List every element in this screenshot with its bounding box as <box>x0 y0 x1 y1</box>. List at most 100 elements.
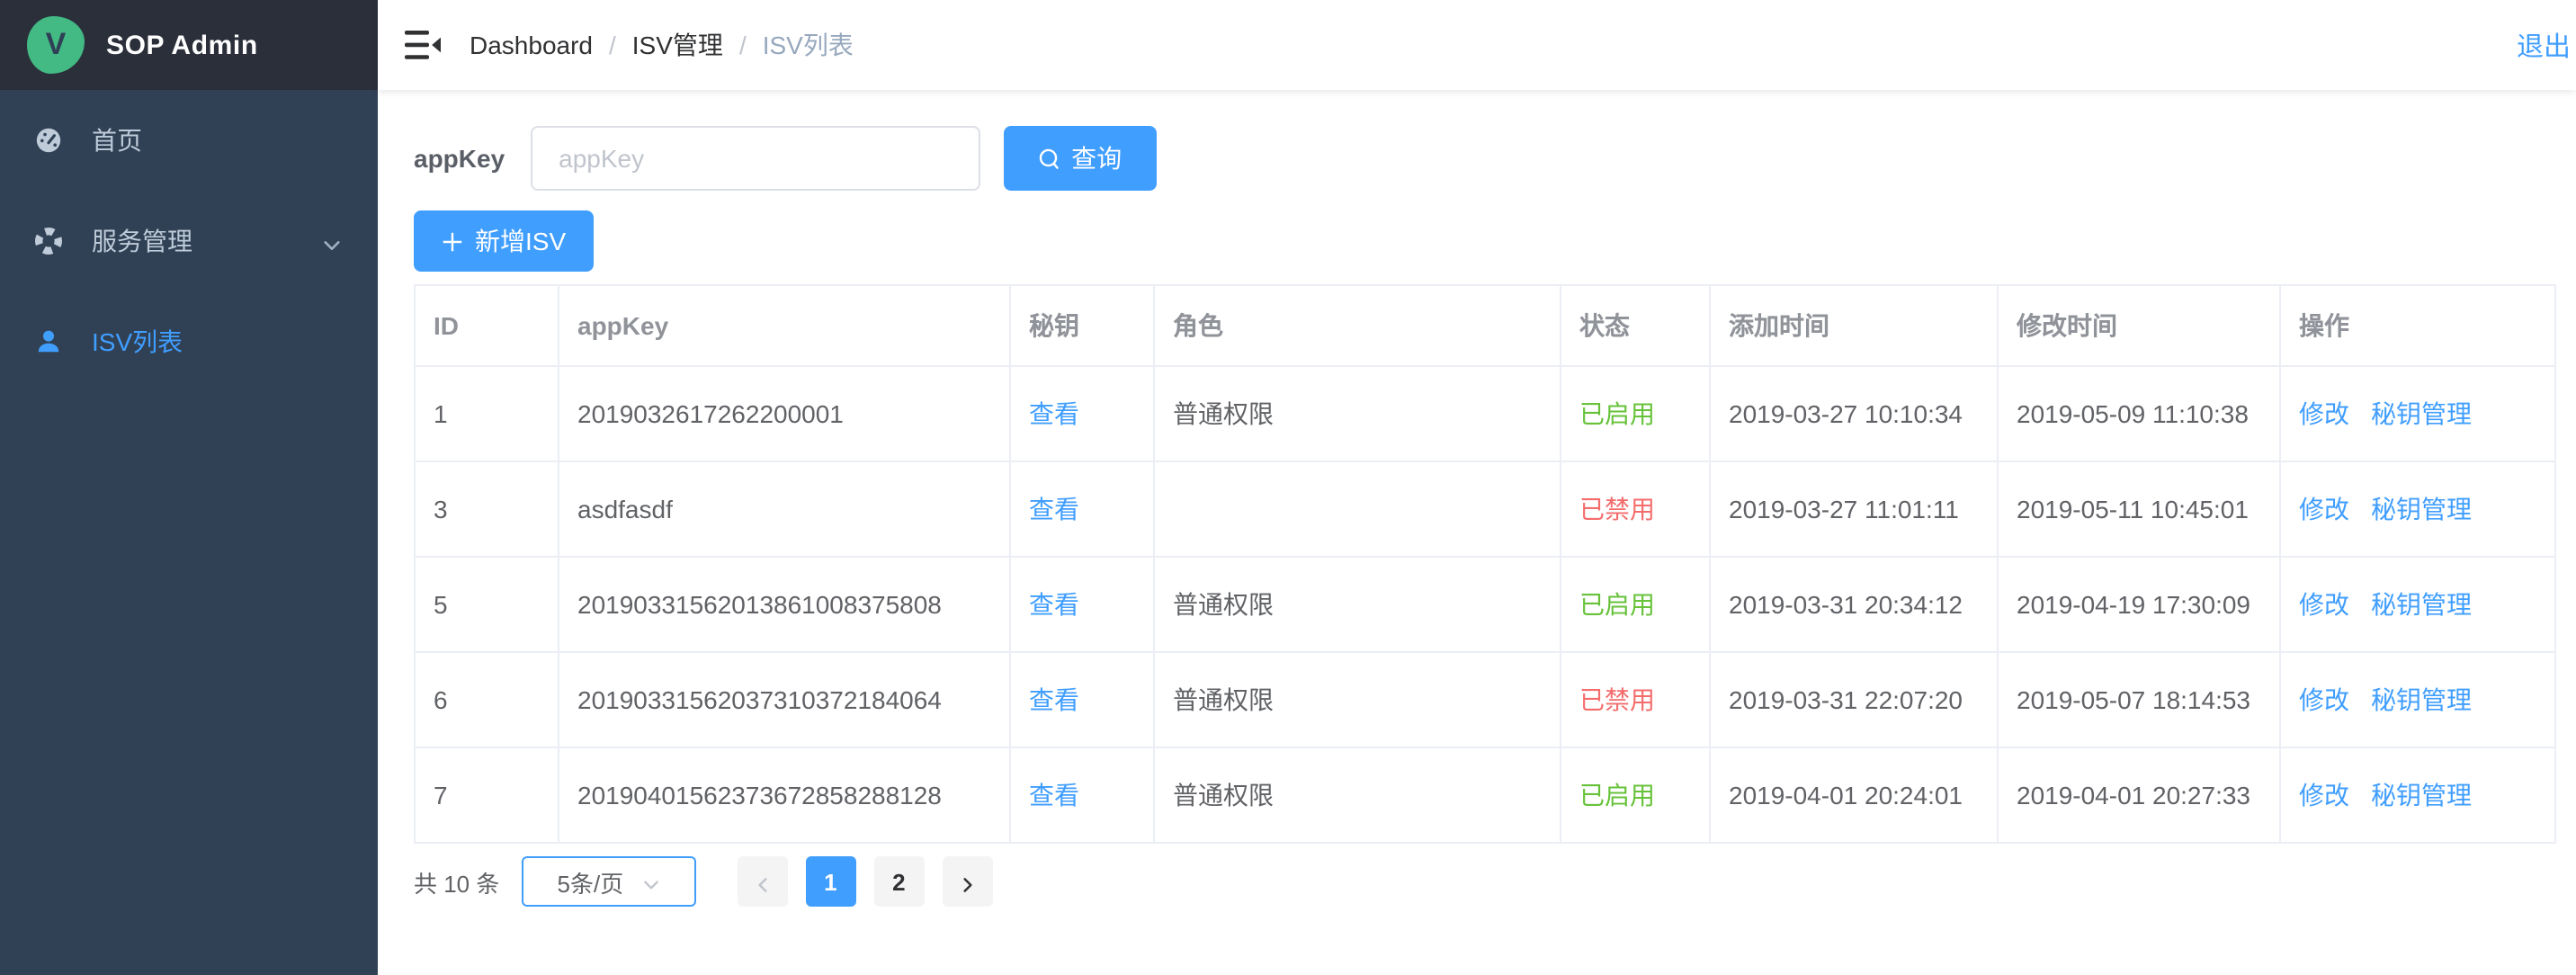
add-isv-button[interactable]: 新增ISV <box>414 210 593 272</box>
sidebar-item-label: 首页 <box>92 122 142 158</box>
cell-operations: 修改秘钥管理 <box>2280 747 2555 843</box>
add-isv-button-label: 新增ISV <box>475 223 566 259</box>
column-header: ID <box>415 285 559 366</box>
cell-appkey: 20190401562373672858288128 <box>559 747 1010 843</box>
cell-created-time: 2019-03-31 22:07:20 <box>1710 652 1998 747</box>
table-row: 3asdfasdf查看已禁用2019-03-27 11:01:112019-05… <box>415 461 2555 557</box>
breadcrumb-item-isv-management[interactable]: ISV管理 <box>632 27 723 63</box>
cell-status: 已启用 <box>1561 366 1710 461</box>
secret-manage-link[interactable]: 秘钥管理 <box>2371 495 2472 523</box>
table-body: 12019032617262200001查看普通权限已启用2019-03-27 … <box>415 366 2555 843</box>
logo-bar: V SOP Admin <box>0 0 378 90</box>
pagination: 共 10 条 5条/页 1 2 <box>414 856 1001 907</box>
cell-id: 6 <box>415 652 559 747</box>
cell-created-time: 2019-03-31 20:34:12 <box>1710 557 1998 652</box>
cell-id: 3 <box>415 461 559 557</box>
main-content: appKey 查询 新增ISV <box>378 90 2576 975</box>
chevron-right-icon <box>958 872 976 890</box>
cell-secret: 查看 <box>1010 366 1154 461</box>
page-button-2[interactable]: 2 <box>873 856 924 907</box>
cell-operations: 修改秘钥管理 <box>2280 557 2555 652</box>
cell-created-time: 2019-04-01 20:24:01 <box>1710 747 1998 843</box>
sidebar-toggle-icon[interactable] <box>405 29 441 61</box>
cell-created-time: 2019-03-27 11:01:11 <box>1710 461 1998 557</box>
edit-link[interactable]: 修改 <box>2299 590 2349 619</box>
cell-secret: 查看 <box>1010 652 1154 747</box>
table-row: 620190331562037310372184064查看普通权限已禁用2019… <box>415 652 2555 747</box>
dashboard-icon <box>34 126 63 155</box>
topbar: Dashboard / ISV管理 / ISV列表 退出 <box>378 0 2576 90</box>
column-header: 修改时间 <box>1998 285 2280 366</box>
view-secret-link[interactable]: 查看 <box>1029 685 1079 714</box>
cell-operations: 修改秘钥管理 <box>2280 366 2555 461</box>
edit-link[interactable]: 修改 <box>2299 399 2349 428</box>
cell-updated-time: 2019-04-19 17:30:09 <box>1998 557 2280 652</box>
column-header: 添加时间 <box>1710 285 1998 366</box>
column-header: 状态 <box>1561 285 1710 366</box>
view-secret-link[interactable]: 查看 <box>1029 495 1079 523</box>
pagination-total: 共 10 条 <box>414 864 499 899</box>
breadcrumb-item-dashboard[interactable]: Dashboard <box>470 31 593 59</box>
edit-link[interactable]: 修改 <box>2299 685 2349 714</box>
chevron-left-icon <box>753 872 771 890</box>
sidebar-menu: 首页 服务管理 <box>0 90 378 392</box>
column-header: 角色 <box>1154 285 1561 366</box>
cell-role <box>1154 461 1561 557</box>
cell-role: 普通权限 <box>1154 747 1561 843</box>
cell-id: 5 <box>415 557 559 652</box>
page-button-1[interactable]: 1 <box>805 856 855 907</box>
table-header-row: IDappKey秘钥角色状态添加时间修改时间操作 <box>415 285 2555 366</box>
sidebar-item-home[interactable]: 首页 <box>0 90 378 191</box>
sidebar-item-service-management[interactable]: 服务管理 <box>0 191 378 291</box>
search-button[interactable]: 查询 <box>1003 126 1156 191</box>
view-secret-link[interactable]: 查看 <box>1029 590 1079 619</box>
secret-manage-link[interactable]: 秘钥管理 <box>2371 685 2472 714</box>
column-header: 秘钥 <box>1010 285 1154 366</box>
cell-id: 1 <box>415 366 559 461</box>
cell-status: 已启用 <box>1561 557 1710 652</box>
page-size-value: 5条/页 <box>558 864 624 899</box>
cell-secret: 查看 <box>1010 747 1154 843</box>
app-window: V SOP Admin 首页 <box>0 0 2576 975</box>
cell-appkey: 20190331562037310372184064 <box>559 652 1010 747</box>
isv-table: IDappKey秘钥角色状态添加时间修改时间操作 120190326172622… <box>414 284 2556 844</box>
cell-secret: 查看 <box>1010 461 1154 557</box>
chevron-down-icon <box>322 231 342 251</box>
search-label: appKey <box>414 144 505 173</box>
breadcrumb: Dashboard / ISV管理 / ISV列表 <box>470 27 854 63</box>
chevron-down-icon <box>641 872 659 890</box>
cell-status: 已禁用 <box>1561 461 1710 557</box>
secret-manage-link[interactable]: 秘钥管理 <box>2371 590 2472 619</box>
cell-operations: 修改秘钥管理 <box>2280 652 2555 747</box>
app-logo: V <box>27 16 85 74</box>
breadcrumb-separator: / <box>609 31 616 59</box>
sidebar-item-label: 服务管理 <box>92 223 192 259</box>
user-icon <box>34 327 63 356</box>
secret-manage-link[interactable]: 秘钥管理 <box>2371 781 2472 810</box>
table-row: 12019032617262200001 查看 普通权限已启用2019-03-27 … <box>415 366 2555 461</box>
cell-operations: 修改秘钥管理 <box>2280 461 2555 557</box>
breadcrumb-item-isv-list: ISV列表 <box>763 27 854 63</box>
table-row: 720190401562373672858288128查看普通权限已启用2019… <box>415 747 2555 843</box>
sidebar-item-isv-list[interactable]: ISV列表 <box>0 291 378 392</box>
cell-role: 普通权限 <box>1154 366 1561 461</box>
cell-updated-time: 2019-05-11 10:45:01 <box>1998 461 2280 557</box>
edit-link[interactable]: 修改 <box>2299 495 2349 523</box>
cell-created-time: 2019-03-27 10:10:34 <box>1710 366 1998 461</box>
search-input[interactable] <box>530 126 979 191</box>
view-secret-link[interactable]: 查看 <box>1029 399 1079 428</box>
prev-page-button[interactable] <box>737 856 787 907</box>
search-button-label: 查询 <box>1071 140 1122 176</box>
view-secret-link[interactable]: 查看 <box>1029 781 1079 810</box>
cell-status: 已启用 <box>1561 747 1710 843</box>
secret-manage-link[interactable]: 秘钥管理 <box>2371 399 2472 428</box>
edit-link[interactable]: 修改 <box>2299 781 2349 810</box>
next-page-button[interactable] <box>942 856 992 907</box>
pager: 1 2 <box>728 856 1001 907</box>
logout-link[interactable]: 退出 <box>2517 26 2571 64</box>
page-size-select[interactable]: 5条/页 <box>521 856 695 907</box>
cell-appkey: 2019032617262200001 <box>559 366 1010 461</box>
cell-updated-time: 2019-05-07 18:14:53 <box>1998 652 2280 747</box>
app-title: SOP Admin <box>106 30 258 60</box>
plus-icon <box>441 229 464 253</box>
